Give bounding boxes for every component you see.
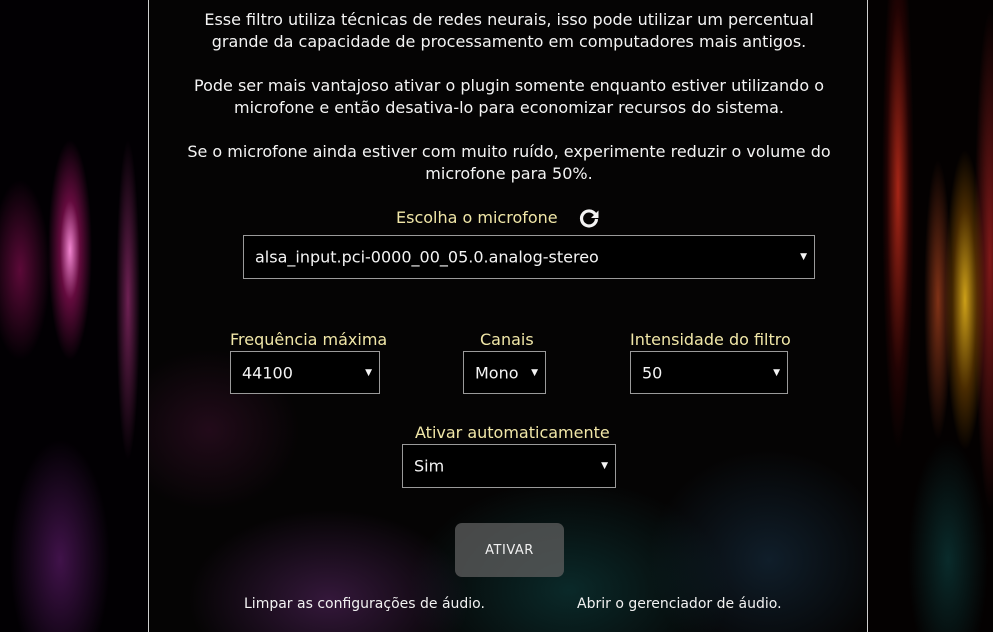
auto-activate-select[interactable]: Sim ▼ (402, 444, 616, 488)
filter-settings-panel: Esse filtro utiliza técnicas de redes ne… (148, 0, 868, 632)
filter-intensity-select[interactable]: 50 ▼ (630, 351, 788, 394)
microphone-select[interactable]: alsa_input.pci-0000_00_05.0.analog-stere… (243, 235, 815, 279)
auto-activate-value: Sim (414, 456, 445, 476)
dropdown-arrow-icon: ▼ (601, 461, 608, 471)
info-line: grande da capacidade de processamento em… (211, 32, 807, 51)
activate-button[interactable]: ATIVAR (455, 523, 564, 577)
filter-intensity-label: Intensidade do filtro (630, 330, 791, 349)
open-audio-manager-link[interactable]: Abrir o gerenciador de áudio. (577, 596, 782, 612)
info-line: Esse filtro utiliza técnicas de redes ne… (204, 10, 814, 29)
info-line: microfone para 50%. (425, 164, 593, 183)
info-paragraph-performance: Esse filtro utiliza técnicas de redes ne… (149, 9, 869, 53)
background-light-left (0, 0, 150, 632)
channels-label: Canais (480, 330, 534, 349)
background-light-right (868, 0, 993, 632)
dropdown-arrow-icon: ▼ (365, 367, 372, 378)
info-line: microfone e então desativa-lo para econo… (234, 98, 784, 117)
channels-select[interactable]: Mono ▼ (463, 351, 546, 394)
info-line: Pode ser mais vantajoso ativar o plugin … (194, 76, 824, 95)
refresh-icon[interactable] (578, 208, 600, 230)
info-line: Se o microfone ainda estiver com muito r… (187, 142, 831, 161)
info-paragraph-volume: Se o microfone ainda estiver com muito r… (149, 141, 869, 185)
clear-audio-settings-link[interactable]: Limpar as configurações de áudio. (244, 596, 485, 612)
filter-intensity-value: 50 (642, 363, 663, 382)
microphone-select-value: alsa_input.pci-0000_00_05.0.analog-stere… (255, 247, 599, 267)
max-frequency-value: 44100 (242, 363, 293, 382)
microphone-label: Escolha o microfone (396, 208, 558, 227)
dropdown-arrow-icon: ▼ (773, 367, 780, 378)
auto-activate-label: Ativar automaticamente (415, 423, 610, 442)
dropdown-arrow-icon: ▼ (800, 252, 807, 262)
info-paragraph-usage: Pode ser mais vantajoso ativar o plugin … (149, 75, 869, 119)
max-frequency-label: Frequência máxima (230, 330, 388, 349)
dropdown-arrow-icon: ▼ (531, 367, 538, 378)
max-frequency-select[interactable]: 44100 ▼ (230, 351, 380, 394)
channels-value: Mono (475, 363, 519, 382)
